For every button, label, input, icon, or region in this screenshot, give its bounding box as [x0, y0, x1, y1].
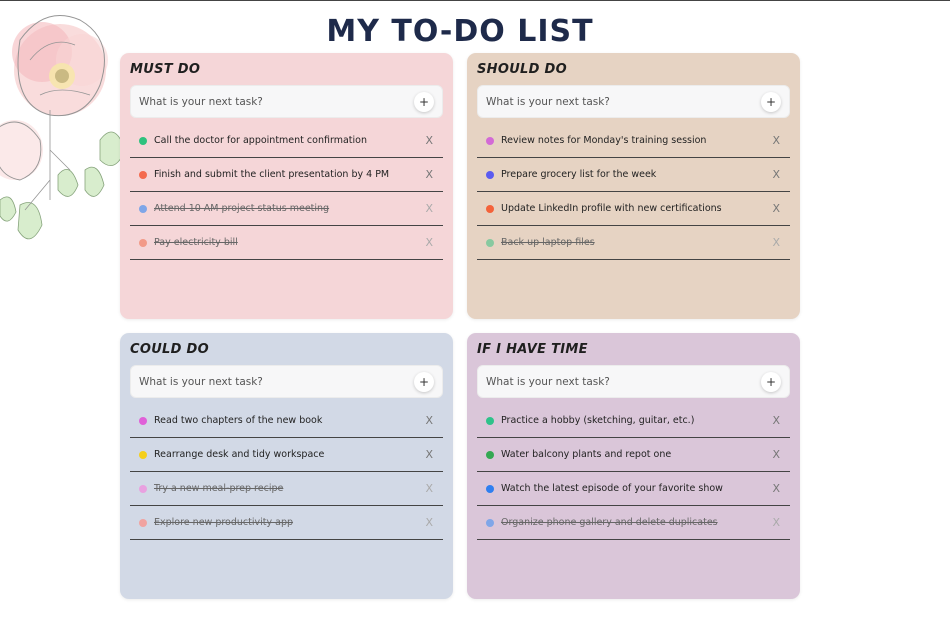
delete-task-icon[interactable]: X	[425, 226, 433, 260]
task-text: Review notes for Monday's training sessi…	[501, 135, 707, 146]
task-item[interactable]: Back up laptop files X	[477, 226, 790, 260]
task-item[interactable]: Water balcony plants and repot one X	[477, 438, 790, 472]
delete-task-icon[interactable]: X	[425, 506, 433, 540]
delete-task-icon[interactable]: X	[425, 404, 433, 438]
add-task-button[interactable]: +	[414, 92, 434, 112]
task-text: Try a new meal-prep recipe	[154, 483, 284, 494]
delete-task-icon[interactable]: X	[425, 438, 433, 472]
priority-dot-icon	[486, 136, 494, 145]
task-input[interactable]	[478, 86, 748, 117]
task-input[interactable]	[131, 86, 401, 117]
task-text: Call the doctor for appointment confirma…	[154, 135, 367, 146]
task-item[interactable]: Attend 10 AM project status meeting X	[130, 192, 443, 226]
task-text: Practice a hobby (sketching, guitar, etc…	[501, 415, 695, 426]
task-text: Watch the latest episode of your favorit…	[501, 483, 723, 494]
delete-task-icon[interactable]: X	[772, 226, 780, 260]
task-item[interactable]: Watch the latest episode of your favorit…	[477, 472, 790, 506]
task-item[interactable]: Finish and submit the client presentatio…	[130, 158, 443, 192]
task-item[interactable]: Rearrange desk and tidy workspace X	[130, 438, 443, 472]
task-text: Prepare grocery list for the week	[501, 169, 657, 180]
top-border	[0, 0, 950, 1]
delete-task-icon[interactable]: X	[772, 192, 780, 226]
task-input-row: +	[477, 85, 790, 118]
priority-dot-icon	[139, 204, 147, 213]
task-item[interactable]: Pay electricity bill X	[130, 226, 443, 260]
priority-dot-icon	[139, 136, 147, 145]
task-input-row: +	[130, 85, 443, 118]
priority-dot-icon	[139, 416, 147, 425]
priority-dot-icon	[139, 238, 147, 247]
task-list: Review notes for Monday's training sessi…	[477, 124, 790, 260]
task-input[interactable]	[478, 366, 748, 397]
priority-dot-icon	[139, 450, 147, 459]
priority-dot-icon	[486, 170, 494, 179]
list-title: MUST DO	[130, 62, 201, 77]
task-item[interactable]: Organize phone gallery and delete duplic…	[477, 506, 790, 540]
task-item[interactable]: Explore new productivity app X	[130, 506, 443, 540]
task-text: Update LinkedIn profile with new certifi…	[501, 203, 722, 214]
task-item[interactable]: Try a new meal-prep recipe X	[130, 472, 443, 506]
task-list: Practice a hobby (sketching, guitar, etc…	[477, 404, 790, 540]
task-item[interactable]: Read two chapters of the new book X	[130, 404, 443, 438]
priority-dot-icon	[139, 484, 147, 493]
task-item[interactable]: Practice a hobby (sketching, guitar, etc…	[477, 404, 790, 438]
task-input-row: +	[130, 365, 443, 398]
priority-dot-icon	[139, 170, 147, 179]
delete-task-icon[interactable]: X	[425, 472, 433, 506]
task-text: Water balcony plants and repot one	[501, 449, 672, 460]
list-title: SHOULD DO	[477, 62, 567, 77]
list-card-must-do: MUST DO + Call the doctor for appointment …	[120, 53, 453, 319]
priority-dot-icon	[486, 450, 494, 459]
delete-task-icon[interactable]: X	[772, 472, 780, 506]
delete-task-icon[interactable]: X	[772, 124, 780, 158]
list-card-could-do: COULD DO + Read two chapters of the new bo…	[120, 333, 453, 599]
add-task-button[interactable]: +	[761, 372, 781, 392]
page-title: MY TO-DO LIST	[326, 14, 594, 49]
task-input[interactable]	[131, 366, 401, 397]
task-item[interactable]: Call the doctor for appointment confirma…	[130, 124, 443, 158]
priority-dot-icon	[486, 204, 494, 213]
delete-task-icon[interactable]: X	[772, 438, 780, 472]
list-card-should-do: SHOULD DO + Review notes for Monday's trai…	[467, 53, 800, 319]
task-text: Read two chapters of the new book	[154, 415, 323, 426]
priority-dot-icon	[139, 518, 147, 527]
add-task-button[interactable]: +	[761, 92, 781, 112]
task-text: Explore new productivity app	[154, 517, 294, 528]
task-item[interactable]: Update LinkedIn profile with new certifi…	[477, 192, 790, 226]
task-list: Call the doctor for appointment confirma…	[130, 124, 443, 260]
priority-dot-icon	[486, 238, 494, 247]
delete-task-icon[interactable]: X	[772, 404, 780, 438]
priority-dot-icon	[486, 518, 494, 527]
task-list: Read two chapters of the new book X Rearra…	[130, 404, 443, 540]
delete-task-icon[interactable]: X	[772, 158, 780, 192]
delete-task-icon[interactable]: X	[425, 192, 433, 226]
task-text: Rearrange desk and tidy workspace	[154, 449, 325, 460]
priority-dot-icon	[486, 484, 494, 493]
list-title: COULD DO	[130, 342, 209, 357]
task-text: Pay electricity bill	[154, 237, 238, 248]
delete-task-icon[interactable]: X	[425, 124, 433, 158]
list-card-if-i-have-time: IF I HAVE TIME + Practice a hobby (sketchi…	[467, 333, 800, 599]
task-text: Attend 10 AM project status meeting	[154, 203, 330, 214]
delete-task-icon[interactable]: X	[772, 506, 780, 540]
task-text: Back up laptop files	[501, 237, 595, 248]
task-item[interactable]: Review notes for Monday's training sessi…	[477, 124, 790, 158]
task-input-row: +	[477, 365, 790, 398]
task-text: Finish and submit the client presentatio…	[154, 169, 390, 180]
add-task-button[interactable]: +	[414, 372, 434, 392]
delete-task-icon[interactable]: X	[425, 158, 433, 192]
task-item[interactable]: Prepare grocery list for the week X	[477, 158, 790, 192]
list-title: IF I HAVE TIME	[477, 342, 588, 357]
priority-dot-icon	[486, 416, 494, 425]
task-text: Organize phone gallery and delete duplic…	[501, 517, 718, 528]
